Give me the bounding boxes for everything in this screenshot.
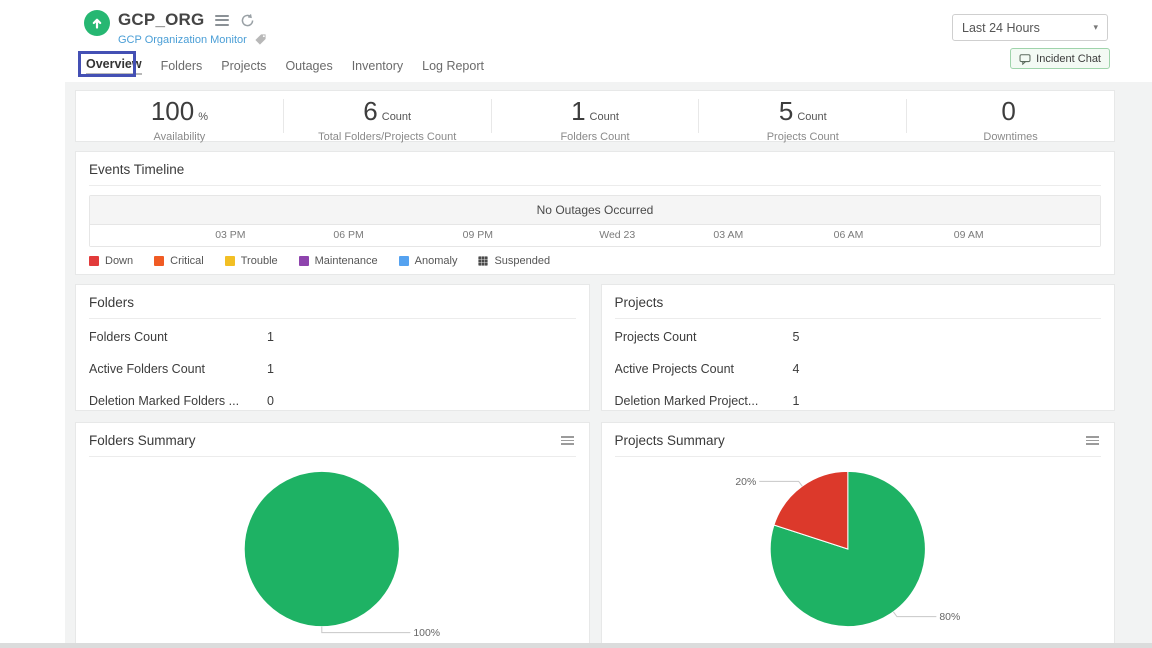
monitor-header: GCP_ORG GCP Organization Monitor <box>84 10 267 46</box>
legend-item-down: Down <box>89 255 133 267</box>
timeline-axis: 03 PM 06 PM 09 PM Wed 23 03 AM 06 AM 09 … <box>90 225 1100 246</box>
axis-tick: 03 AM <box>713 229 743 241</box>
projects-summary-panel: Projects Summary 80%20% Active Projects … <box>601 422 1116 648</box>
kv-row-active-folders-count: Active Folders Count 1 <box>89 354 576 383</box>
monitor-menu-icon[interactable] <box>213 13 231 28</box>
tab-bar: Overview Folders Projects Outages Invent… <box>86 57 484 75</box>
events-timeline-title: Events Timeline <box>89 152 1101 186</box>
projects-summary-pie-chart[interactable]: 80% 20% <box>615 459 1102 641</box>
axis-tick: 09 PM <box>463 229 493 241</box>
folders-panel-title: Folders <box>89 285 576 319</box>
axis-tick: 09 AM <box>954 229 984 241</box>
legend-item-maintenance: Maintenance <box>299 255 378 267</box>
time-range-select[interactable]: Last 24 Hours ▾ <box>952 14 1108 41</box>
trouble-swatch-icon <box>225 256 235 266</box>
tab-outages[interactable]: Outages <box>285 59 332 73</box>
svg-text:20%: 20% <box>735 477 756 488</box>
projects-panel: Projects Projects Count 5 Active Project… <box>601 284 1116 411</box>
chart-menu-icon[interactable] <box>559 434 576 447</box>
kv-row-projects-count: Projects Count 5 <box>615 322 1102 351</box>
legend-item-trouble: Trouble <box>225 255 278 267</box>
events-timeline-chart[interactable]: No Outages Occurred 03 PM 06 PM 09 PM We… <box>89 195 1101 247</box>
kv-row-folders-count: Folders Count 1 <box>89 322 576 351</box>
tag-icon[interactable] <box>254 33 267 46</box>
critical-swatch-icon <box>154 256 164 266</box>
legend-item-suspended: Suspended <box>478 255 550 267</box>
axis-tick: 06 AM <box>834 229 864 241</box>
folders-summary-title: Folders Summary <box>89 433 196 448</box>
kv-row-deletion-marked-projects: Deletion Marked Project... 1 <box>615 386 1102 415</box>
stat-folders-count: 1Count Folders Count <box>491 99 699 133</box>
stat-projects-count: 5Count Projects Count <box>698 99 906 133</box>
axis-tick: 03 PM <box>215 229 245 241</box>
kv-row-active-projects-count: Active Projects Count 4 <box>615 354 1102 383</box>
svg-text:80%: 80% <box>939 612 960 623</box>
monitor-meta: GCP_ORG GCP Organization Monitor <box>118 10 267 46</box>
tab-projects[interactable]: Projects <box>221 59 266 73</box>
projects-panel-title: Projects <box>615 285 1102 319</box>
monitor-title: GCP_ORG <box>118 10 204 30</box>
events-timeline-panel: Events Timeline No Outages Occurred 03 P… <box>75 151 1115 275</box>
projects-summary-title: Projects Summary <box>615 433 725 448</box>
tab-folders[interactable]: Folders <box>161 59 203 73</box>
svg-text:100%: 100% <box>413 628 440 639</box>
time-range-value: Last 24 Hours <box>962 21 1040 35</box>
incident-chat-label: Incident Chat <box>1036 53 1101 65</box>
axis-tick: Wed 23 <box>599 229 635 241</box>
folders-summary-pie-chart[interactable]: 100% <box>89 459 576 641</box>
monitor-up-status-icon <box>84 10 110 36</box>
axis-tick: 06 PM <box>333 229 363 241</box>
monitor-type-link[interactable]: GCP Organization Monitor <box>118 34 247 46</box>
main-content: 100% Availability 6Count Total Folders/P… <box>65 82 1152 648</box>
chevron-down-icon: ▾ <box>1093 22 1098 33</box>
no-outages-banner: No Outages Occurred <box>90 196 1100 225</box>
folders-panel: Folders Folders Count 1 Active Folders C… <box>75 284 590 411</box>
legend-item-anomaly: Anomaly <box>399 255 458 267</box>
refresh-icon[interactable] <box>240 13 255 28</box>
stat-total-folders-projects: 6Count Total Folders/Projects Count <box>283 99 491 133</box>
chart-menu-icon[interactable] <box>1084 434 1101 447</box>
stat-downtimes: 0 Downtimes <box>906 99 1114 133</box>
page-bottom-edge <box>0 643 1152 648</box>
stats-panel: 100% Availability 6Count Total Folders/P… <box>75 90 1115 142</box>
timeline-legend: Down Critical Trouble Maintenance Anomal… <box>89 255 1101 267</box>
kv-row-deletion-marked-folders: Deletion Marked Folders ... 0 <box>89 386 576 415</box>
stat-availability: 100% Availability <box>76 99 283 133</box>
suspended-swatch-icon <box>478 256 488 266</box>
tab-overview[interactable]: Overview <box>86 57 142 75</box>
topbar: GCP_ORG GCP Organization Monitor Overvie… <box>0 0 1152 82</box>
chat-icon <box>1019 53 1031 65</box>
incident-chat-button[interactable]: Incident Chat <box>1010 48 1110 69</box>
down-swatch-icon <box>89 256 99 266</box>
legend-item-critical: Critical <box>154 255 204 267</box>
anomaly-swatch-icon <box>399 256 409 266</box>
tab-log-report[interactable]: Log Report <box>422 59 484 73</box>
folders-summary-panel: Folders Summary 100% Active Folders Coun… <box>75 422 590 648</box>
tab-inventory[interactable]: Inventory <box>352 59 403 73</box>
maintenance-swatch-icon <box>299 256 309 266</box>
